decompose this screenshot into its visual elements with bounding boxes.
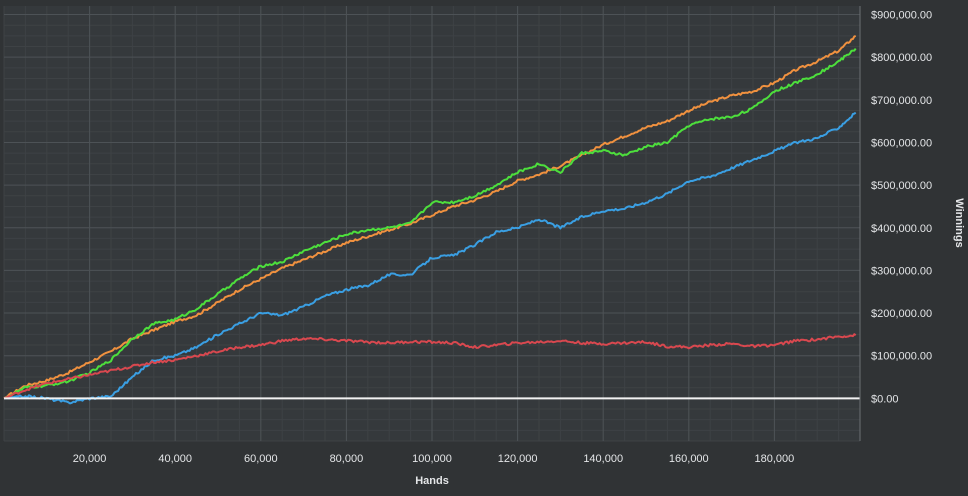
y-tick-label: $200,000.00 — [871, 308, 932, 320]
y-tick-label: $100,000.00 — [871, 351, 932, 363]
winnings-chart: 20,000 40,000 60,000 80,000 100,000 120,000 14… — [0, 0, 968, 491]
x-tick-label: 100,000 — [412, 453, 452, 465]
y-tick-label: $600,000.00 — [871, 137, 932, 149]
x-tick-label: 120,000 — [498, 453, 538, 465]
x-axis-ticks: 20,000 40,000 60,000 80,000 100,000 120,000 14… — [73, 453, 795, 465]
x-tick-label: 60,000 — [244, 453, 278, 465]
y-tick-label: $700,000.00 — [871, 95, 932, 107]
chart-svg: 20,000 40,000 60,000 80,000 100,000 120,000 14… — [0, 0, 968, 491]
x-tick-label: 80,000 — [330, 453, 364, 465]
x-tick-label: 40,000 — [158, 453, 192, 465]
y-tick-label: $500,000.00 — [871, 180, 932, 192]
y-tick-label: $800,000.00 — [871, 52, 932, 64]
x-tick-label: 180,000 — [755, 453, 795, 465]
x-tick-label: 160,000 — [669, 453, 709, 465]
y-axis-title: Winnings — [953, 198, 965, 247]
y-tick-label: $0.00 — [871, 393, 899, 405]
x-tick-label: 140,000 — [583, 453, 623, 465]
y-tick-label: $400,000.00 — [871, 223, 932, 235]
y-tick-label: $900,000.00 — [871, 10, 932, 22]
x-axis-title: Hands — [415, 475, 449, 487]
y-tick-label: $300,000.00 — [871, 265, 932, 277]
x-tick-label: 20,000 — [73, 453, 107, 465]
